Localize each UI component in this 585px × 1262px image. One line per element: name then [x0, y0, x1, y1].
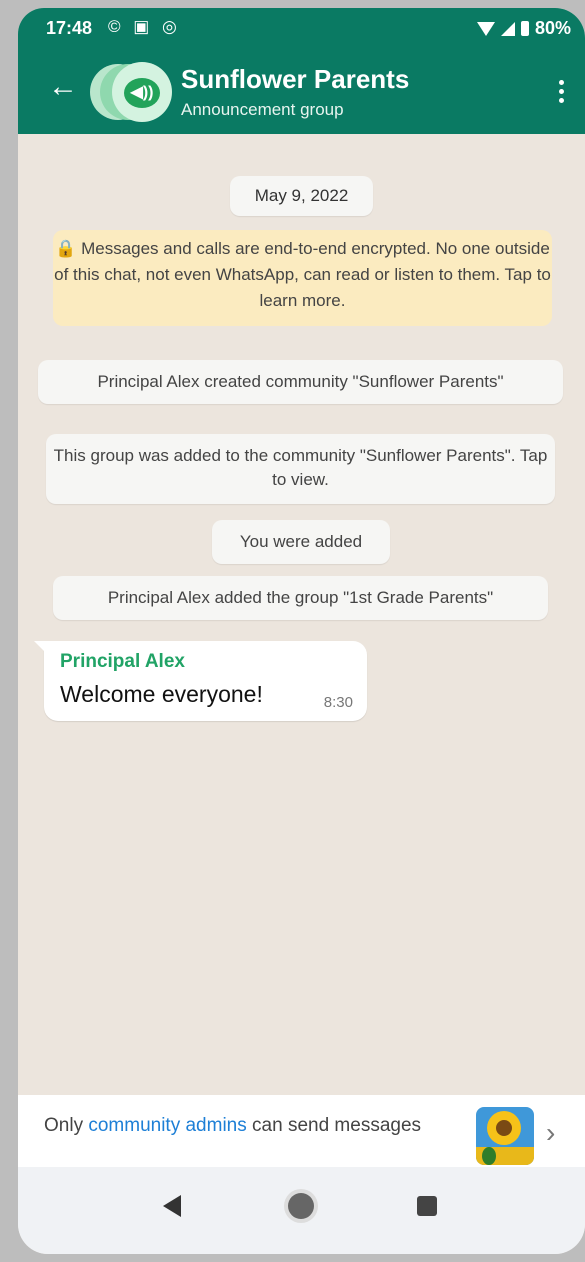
encryption-notice[interactable]: 🔒 Messages and calls are end-to-end encr… [53, 230, 552, 326]
chat-header[interactable]: ← ◀)) Sunflower Parents Announcement gro… [18, 50, 585, 134]
phone-screen: 17:48 © ▣ ◎ 80% ← ◀)) Sunflower Parents … [18, 8, 585, 1254]
status-right: 80% [476, 18, 571, 39]
chat-subtitle[interactable]: Announcement group [181, 100, 344, 120]
community-avatar[interactable] [476, 1107, 534, 1165]
system-message: Principal Alex added the group "1st Grad… [53, 576, 548, 620]
battery-percent: 80% [534, 18, 571, 38]
chat-title[interactable]: Sunflower Parents [181, 64, 409, 95]
status-bar: 17:48 © ▣ ◎ 80% [18, 8, 585, 50]
nav-back-icon[interactable] [163, 1195, 181, 1217]
message-bubble[interactable]: Principal Alex Welcome everyone! 8:30 [34, 641, 367, 721]
system-message: Principal Alex created community "Sunflo… [38, 360, 563, 404]
notice-suffix: can send messages [246, 1115, 422, 1136]
admin-only-footer[interactable]: Only community admins can send messages … [18, 1095, 585, 1167]
leaf [482, 1147, 496, 1165]
nav-recents-icon[interactable] [417, 1196, 437, 1216]
chat-area[interactable]: May 9, 2022 🔒 Messages and calls are end… [18, 134, 585, 1095]
more-options-icon[interactable] [559, 80, 565, 107]
message-text: Welcome everyone! [60, 681, 263, 707]
notification-icons: © ▣ ◎ [108, 17, 181, 36]
wifi-icon [476, 21, 495, 36]
status-time: 17:48 [46, 18, 93, 38]
community-admins-link[interactable]: community admins [88, 1115, 246, 1136]
chevron-right-icon[interactable]: › [546, 1117, 555, 1149]
sunflower-center [496, 1120, 512, 1136]
notice-prefix: Only [44, 1115, 89, 1136]
back-arrow-icon[interactable]: ← [48, 72, 78, 102]
nav-home-icon[interactable] [288, 1193, 314, 1219]
signal-icon [500, 21, 515, 36]
system-nav-bar [18, 1167, 585, 1254]
battery-icon [520, 21, 529, 36]
message-sender[interactable]: Principal Alex [60, 651, 185, 673]
admin-only-notice: Only community admins can send messages [44, 1111, 424, 1141]
system-message: You were added [212, 520, 390, 564]
date-divider: May 9, 2022 [230, 176, 373, 216]
system-message[interactable]: This group was added to the community "S… [46, 434, 555, 504]
message-time: 8:30 [323, 694, 353, 711]
group-avatar[interactable]: ◀)) [90, 60, 172, 124]
megaphone-icon: ◀)) [124, 78, 160, 108]
